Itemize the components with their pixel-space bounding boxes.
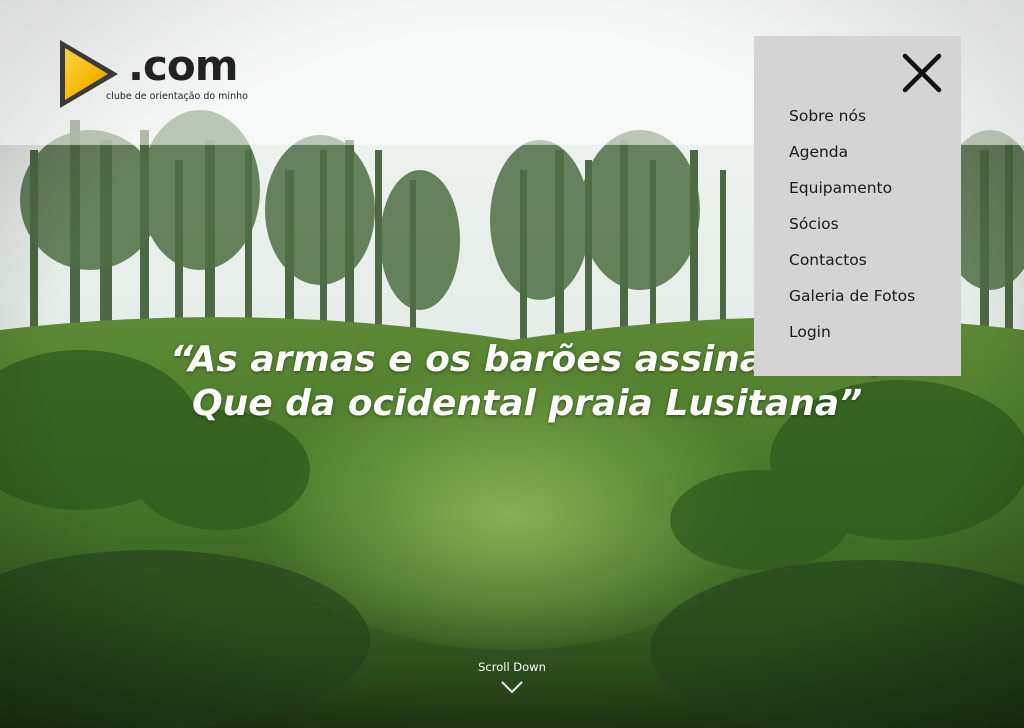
menu-item-socios[interactable]: Sócios [789,212,915,248]
menu-item-equipamento[interactable]: Equipamento [789,176,915,212]
menu-list: Sobre nós Agenda Equipamento Sócios Cont… [789,104,915,356]
logo-subtitle: clube de orientação do minho [106,91,248,102]
menu-item-agenda[interactable]: Agenda [789,140,915,176]
navigation-menu: Sobre nós Agenda Equipamento Sócios Cont… [754,36,961,376]
close-menu-button[interactable] [901,52,943,94]
scroll-down-button[interactable]: Scroll Down [462,660,562,694]
page: .com clube de orientação do minho “As ar… [0,0,1024,728]
scroll-down-label: Scroll Down [478,660,546,674]
menu-item-contactos[interactable]: Contactos [789,248,915,284]
site-logo[interactable]: .com clube de orientação do minho [56,38,256,110]
quote-line-2: Que da ocidental praia Lusitana” [192,383,863,424]
chevron-down-icon [501,681,523,694]
close-icon [902,53,942,93]
menu-item-sobre-nos[interactable]: Sobre nós [789,104,915,140]
menu-item-login[interactable]: Login [789,320,915,356]
menu-item-galeria-de-fotos[interactable]: Galeria de Fotos [789,284,915,320]
logo-wordmark: .com [128,41,238,90]
